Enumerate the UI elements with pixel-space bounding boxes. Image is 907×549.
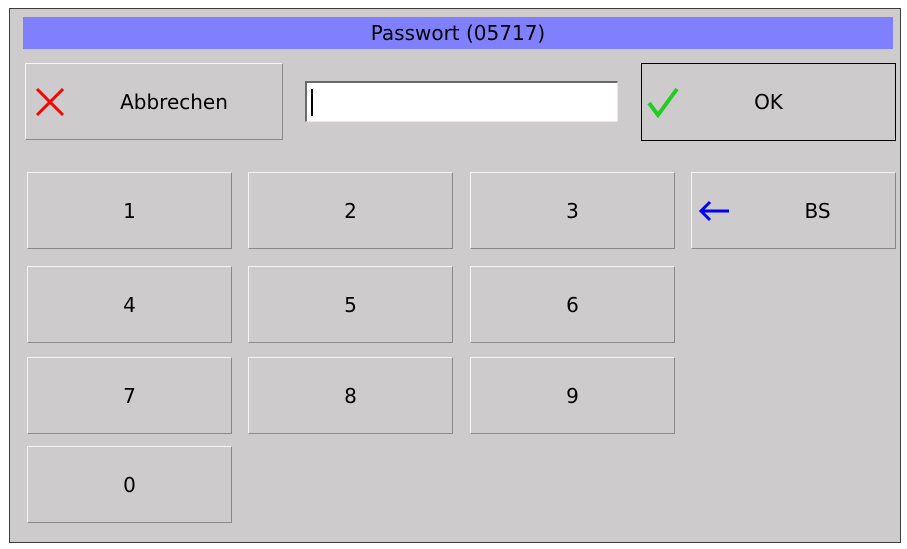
key-0-label: 0 — [123, 472, 136, 497]
checkmark-icon — [646, 86, 680, 118]
key-2-label: 2 — [344, 198, 357, 223]
dialog-title-bar: Passwort (05717) — [23, 17, 893, 49]
key-6[interactable]: 6 — [470, 266, 675, 343]
key-7-label: 7 — [123, 383, 136, 408]
key-3-label: 3 — [566, 198, 579, 223]
key-4[interactable]: 4 — [27, 266, 232, 343]
backspace-button[interactable]: BS — [691, 172, 896, 249]
left-arrow-icon — [697, 199, 731, 223]
key-5[interactable]: 5 — [248, 266, 453, 343]
backspace-label: BS — [804, 198, 831, 223]
key-5-label: 5 — [344, 292, 357, 317]
text-caret — [311, 89, 313, 116]
key-2[interactable]: 2 — [248, 172, 453, 249]
key-1-label: 1 — [123, 198, 136, 223]
key-6-label: 6 — [566, 292, 579, 317]
ok-button[interactable]: OK — [641, 63, 896, 141]
close-icon — [34, 86, 66, 118]
cancel-button[interactable]: Abbrechen — [25, 63, 283, 140]
key-9-label: 9 — [566, 383, 579, 408]
key-3[interactable]: 3 — [470, 172, 675, 249]
dialog-title: Passwort (05717) — [370, 21, 546, 45]
key-8-label: 8 — [344, 383, 357, 408]
key-1[interactable]: 1 — [27, 172, 232, 249]
password-input[interactable] — [305, 81, 618, 122]
key-0[interactable]: 0 — [27, 446, 232, 523]
key-9[interactable]: 9 — [470, 357, 675, 434]
cancel-button-label: Abbrechen — [120, 89, 228, 114]
key-8[interactable]: 8 — [248, 357, 453, 434]
ok-button-label: OK — [754, 90, 783, 114]
key-7[interactable]: 7 — [27, 357, 232, 434]
key-4-label: 4 — [123, 292, 136, 317]
